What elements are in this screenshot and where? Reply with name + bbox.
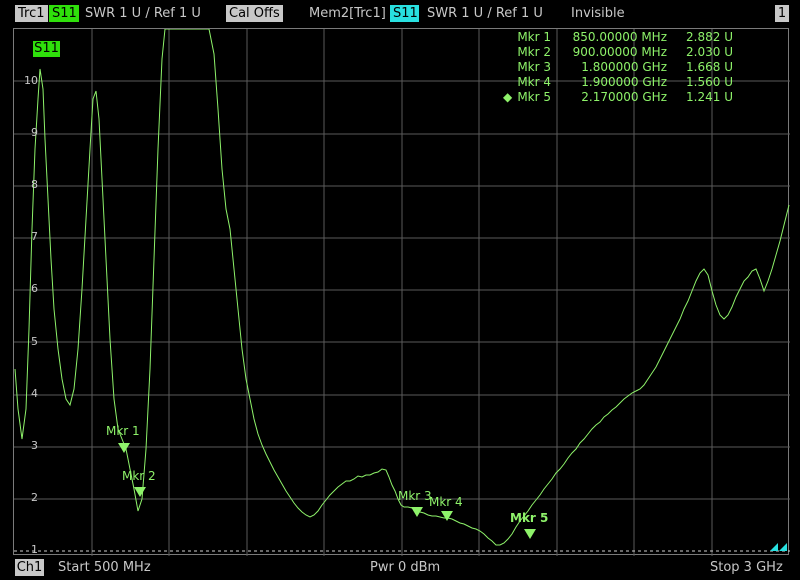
trace-header-bar: Trc1 S11 SWR 1 U / Ref 1 U Cal Offs Mem2… [0,0,800,26]
marker-stimulus: 850.00000 MHz [572,30,667,44]
y-tick-label: 9 [31,126,38,139]
marker-name: Mkr 5 [517,90,551,104]
memory-trace-name[interactable]: Mem2[Trc1] [306,5,389,22]
measured-parameter-button[interactable]: S11 [49,5,79,22]
channel-footer-bar: Ch1 Start 500 MHz Pwr 0 dBm Stop 3 GHz [0,556,800,580]
marker-stimulus: 1.800000 GHz [581,60,667,74]
marker-stimulus: 900.00000 MHz [572,45,667,59]
y-tick-label: 7 [31,230,38,243]
y-tick-label: 6 [31,282,38,295]
marker-stimulus: 2.170000 GHz [581,90,667,104]
memory-format-scale-label[interactable]: SWR 1 U / Ref 1 U [424,5,546,22]
y-tick-label: 8 [31,178,38,191]
marker-name: Mkr 3 [517,60,551,74]
trace-markers [118,443,536,539]
start-frequency-label[interactable]: Start 500 MHz [58,559,151,576]
marker-response: 1.241 U [686,90,733,104]
marker-name: Mkr 1 [517,30,551,44]
stop-frequency-label[interactable]: Stop 3 GHz [710,559,783,576]
marker-3-label[interactable]: Mkr 3 [398,489,432,503]
marker-response: 1.668 U [686,60,733,74]
marker-1-triangle [118,443,130,453]
power-label[interactable]: Pwr 0 dBm [370,559,440,576]
y-tick-label: 3 [31,439,38,452]
marker-stimulus: 1.900000 GHz [581,75,667,89]
diagram-number-badge[interactable]: 1 [775,5,789,22]
y-tick-label: 4 [31,387,38,400]
y-tick-label: 2 [31,491,38,504]
marker-response: 1.560 U [686,75,733,89]
y-tick-label: 10 [24,74,38,87]
marker-5-triangle [524,529,536,539]
format-scale-label[interactable]: SWR 1 U / Ref 1 U [82,5,204,22]
marker-4-triangle [441,511,453,521]
marker-4-label[interactable]: Mkr 4 [429,495,463,509]
marker-5-label[interactable]: Mkr 5 [510,511,548,525]
diagram-area[interactable]: Mkr 1 Mkr 2 Mkr 3 Mkr 4 Mkr 5 [13,28,790,556]
marker-response: 2.882 U [686,30,733,44]
marker-2-triangle [134,487,146,497]
memory-visibility-label[interactable]: Invisible [568,5,628,22]
marker-2-label[interactable]: Mkr 2 [122,469,156,483]
marker-1-label[interactable]: Mkr 1 [106,424,140,438]
trace-name-button[interactable]: Trc1 [15,5,48,22]
scroll-indicator-icon [770,543,787,551]
cal-status-badge[interactable]: Cal Offs [226,5,283,22]
y-tick-label: 5 [31,335,38,348]
memory-parameter-button[interactable]: S11 [390,5,419,22]
marker-name: Mkr 4 [517,75,551,89]
trace-tag-s11[interactable]: S11 [33,41,60,57]
marker-response: 2.030 U [686,45,733,59]
y-tick-label: 1 [31,543,38,556]
channel-button[interactable]: Ch1 [15,559,44,576]
marker-name: Mkr 2 [517,45,551,59]
